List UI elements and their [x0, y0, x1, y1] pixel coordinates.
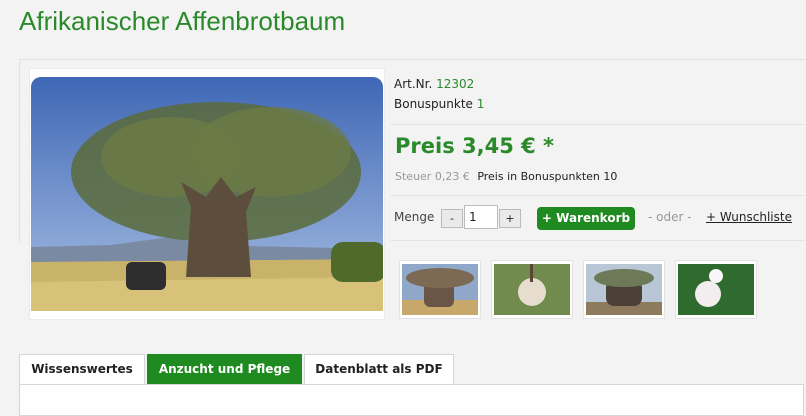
quantity-label: Menge: [394, 210, 435, 224]
product-title: Afrikanischer Affenbrotbaum: [19, 6, 346, 36]
product-price: Preis 3,45 € *: [395, 134, 555, 158]
tax-info: Steuer 0,23 € Preis in Bonuspunkten 10: [395, 170, 617, 183]
quantity-minus-button[interactable]: -: [441, 209, 463, 228]
divider: [390, 124, 806, 125]
add-to-wishlist-link[interactable]: + Wunschliste: [706, 210, 792, 224]
bonus-points: Bonuspunkte 1: [394, 97, 484, 111]
tab-anzucht-pflege[interactable]: Anzucht und Pflege: [147, 354, 302, 384]
bonus-points-label: Bonuspunkte: [394, 97, 473, 111]
divider: [390, 240, 806, 241]
quantity-plus-button[interactable]: +: [499, 209, 521, 228]
bonus-points-value: 1: [476, 97, 485, 111]
tab-panel: [19, 384, 804, 416]
quantity-input[interactable]: 1: [464, 205, 498, 229]
add-to-cart-button[interactable]: + Warenkorb: [537, 207, 635, 230]
article-number-value: 12302: [436, 77, 475, 91]
thumbnail-1[interactable]: [399, 260, 481, 319]
divider: [390, 195, 806, 196]
tab-datenblatt-pdf[interactable]: Datenblatt als PDF: [304, 354, 454, 384]
main-product-image[interactable]: [29, 68, 385, 320]
or-separator: - oder -: [648, 210, 692, 224]
tab-wissenswertes[interactable]: Wissenswertes: [19, 354, 145, 384]
thumbnail-2[interactable]: [491, 260, 573, 319]
thumbnail-3[interactable]: [583, 260, 665, 319]
baobab-thumbnail-icon: [402, 264, 478, 315]
article-number-label: Art.Nr.: [394, 77, 433, 91]
article-number: Art.Nr. 12302: [394, 77, 474, 91]
points-price: Preis in Bonuspunkten 10: [477, 170, 618, 183]
tax-text: Steuer 0,23 €: [395, 170, 470, 183]
baobab-fence-thumbnail-icon: [586, 264, 662, 315]
flower-thumbnail-icon: [494, 264, 570, 315]
baobab-photo: [31, 77, 383, 311]
blossom-thumbnail-icon: [678, 264, 754, 315]
thumbnail-4[interactable]: [675, 260, 757, 319]
